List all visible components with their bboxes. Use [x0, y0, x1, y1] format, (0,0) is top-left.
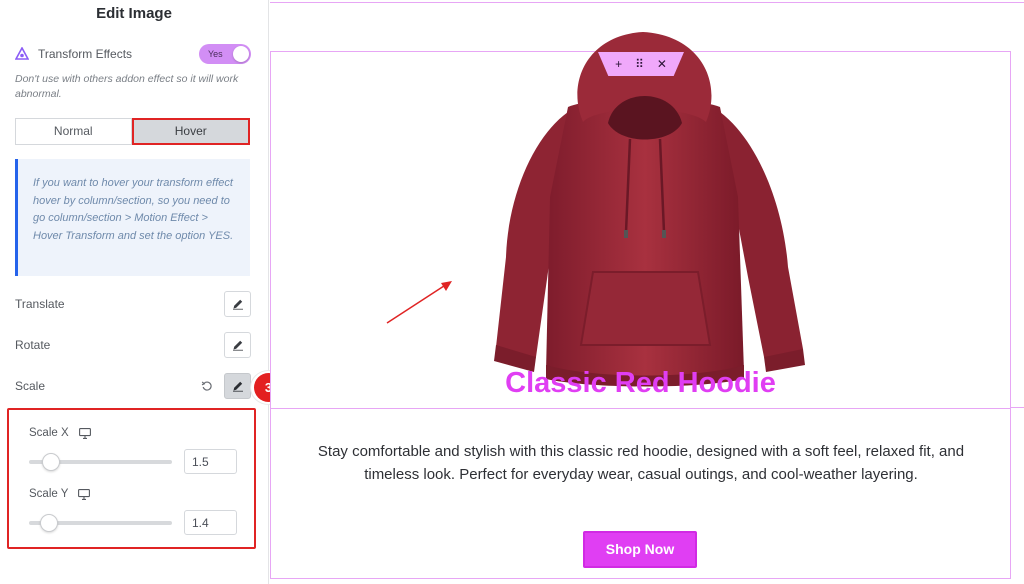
desktop-icon[interactable] — [78, 427, 91, 439]
plus-icon[interactable]: + — [615, 57, 622, 71]
tab-normal[interactable]: Normal — [15, 118, 132, 145]
scale-y-slider-thumb[interactable] — [40, 514, 59, 532]
scale-x-input[interactable] — [184, 449, 237, 474]
toggle-knob — [233, 46, 249, 62]
rotate-label: Rotate — [15, 338, 51, 352]
warning-note: Don't use with others addon effect so it… — [15, 73, 239, 100]
product-description: Stay comfortable and stylish with this c… — [317, 443, 965, 483]
scale-control: Scale — [15, 373, 251, 399]
shop-now-button[interactable]: Shop Now — [583, 531, 697, 568]
rotate-edit-button[interactable] — [224, 332, 251, 358]
scale-label: Scale — [15, 379, 46, 393]
state-tabs: Normal Hover — [15, 118, 250, 145]
section-guide-line — [270, 2, 1024, 3]
scale-x-label: Scale X — [29, 427, 69, 439]
toggle-state-text: Yes — [208, 49, 223, 59]
scale-y-label-row: Scale Y — [29, 488, 91, 500]
scale-y-label: Scale Y — [29, 488, 69, 500]
scale-edit-button[interactable] — [224, 373, 251, 399]
close-icon[interactable]: ✕ — [657, 57, 667, 71]
translate-control: Translate — [15, 291, 251, 317]
transform-effects-toggle[interactable]: Yes — [199, 44, 251, 64]
addon-logo-icon — [15, 47, 29, 61]
widget-handle-toolbar: + ⠿ ✕ — [598, 52, 684, 76]
preview-canvas: + ⠿ ✕ Classic Red Hoodie Stay comfortabl… — [270, 0, 1024, 584]
transform-effects-label: Transform Effects — [38, 47, 133, 61]
pencil-icon — [232, 381, 243, 392]
scale-y-slider[interactable] — [29, 514, 172, 532]
pencil-icon — [232, 299, 243, 310]
panel-title: Edit Image — [96, 5, 172, 22]
desktop-icon[interactable] — [78, 488, 91, 500]
hoodie-image[interactable] — [448, 27, 838, 387]
drag-handle-icon[interactable]: ⠿ — [635, 57, 644, 71]
scale-x-label-row: Scale X — [29, 427, 91, 439]
scale-x-slider[interactable] — [29, 453, 172, 471]
scale-x-slider-thumb[interactable] — [41, 453, 60, 471]
translate-edit-button[interactable] — [224, 291, 251, 317]
transform-effects-row: Transform Effects Yes — [15, 44, 251, 64]
section-guide-line — [1011, 407, 1024, 408]
editor-panel: Edit Image Transform Effects Yes Don't u… — [0, 0, 269, 584]
rotate-control: Rotate — [15, 332, 251, 358]
scale-popover: Scale X Scale Y — [7, 408, 256, 549]
reset-icon[interactable] — [201, 380, 213, 392]
hover-info-box: If you want to hover your transform effe… — [15, 159, 250, 276]
pencil-icon — [232, 340, 243, 351]
tab-hover[interactable]: Hover — [131, 118, 250, 145]
translate-label: Translate — [15, 297, 65, 311]
product-title: Classic Red Hoodie — [505, 367, 776, 399]
scale-y-input[interactable] — [184, 510, 237, 535]
